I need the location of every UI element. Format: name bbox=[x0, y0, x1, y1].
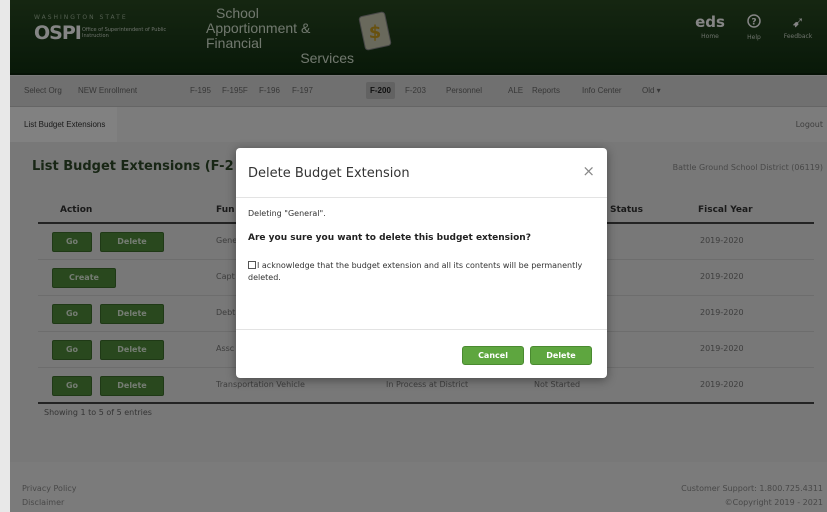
confirm-question: Are you sure you want to delete this bud… bbox=[248, 233, 531, 243]
dialog-divider bbox=[236, 329, 607, 330]
delete-confirm-button[interactable]: Delete bbox=[530, 346, 592, 365]
dialog-divider bbox=[236, 197, 607, 198]
acknowledge-label: I acknowledge that the budget extension … bbox=[248, 261, 583, 282]
dialog-title: Delete Budget Extension bbox=[248, 166, 410, 181]
cancel-button[interactable]: Cancel bbox=[462, 346, 524, 365]
deleting-message: Deleting "General". bbox=[248, 209, 326, 218]
delete-budget-extension-dialog: Delete Budget Extension × Deleting "Gene… bbox=[236, 148, 607, 378]
acknowledge-checkbox[interactable] bbox=[248, 261, 256, 269]
acknowledge-row: I acknowledge that the budget extension … bbox=[248, 260, 593, 284]
close-icon[interactable]: × bbox=[582, 162, 595, 180]
